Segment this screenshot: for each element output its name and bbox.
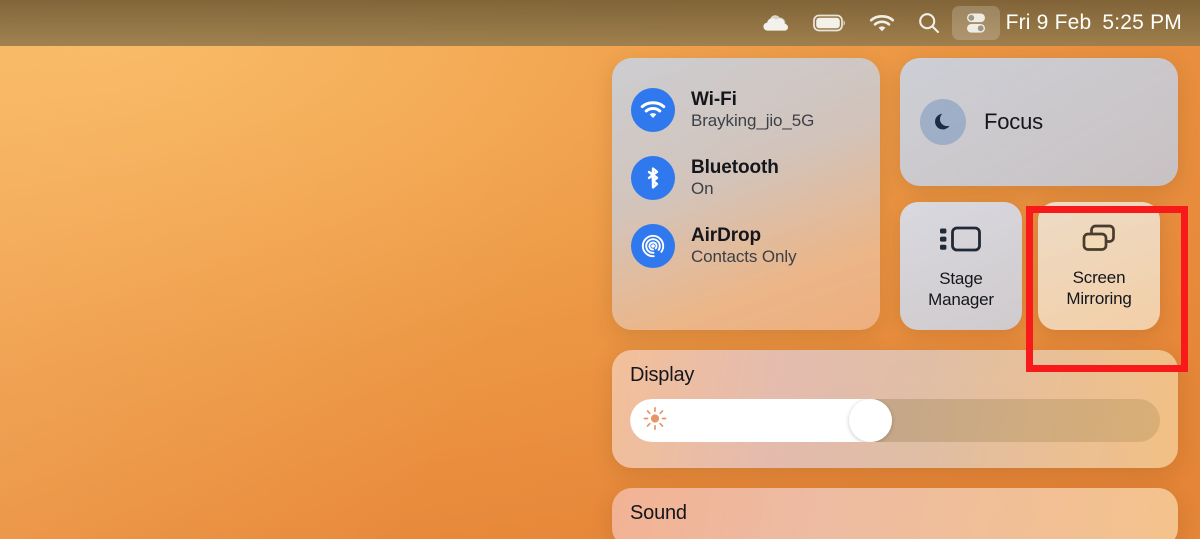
stage-manager-label: Stage Manager [928, 269, 994, 309]
sound-title: Sound [630, 502, 687, 524]
stage-manager-label-line2: Manager [928, 289, 994, 309]
brightness-sun-icon [642, 405, 668, 436]
menu-bar-time: 5:25 PM [1102, 11, 1182, 34]
screen-mirroring-tile[interactable]: Screen Mirroring [1038, 202, 1160, 330]
brightness-slider-knob[interactable] [849, 399, 893, 442]
bluetooth-icon[interactable] [631, 156, 675, 200]
wifi-title: Wi-Fi [691, 88, 737, 110]
wifi-control[interactable]: Wi-Fi Brayking_jio_5G [612, 76, 880, 144]
menu-bar-date: Fri 9 Feb [1005, 11, 1092, 34]
moon-icon [920, 99, 966, 145]
screen-mirroring-icon [1078, 223, 1120, 260]
menu-bar-clock[interactable]: Fri 9 Feb 5:25 PM [1000, 11, 1184, 35]
airdrop-control[interactable]: AirDrop Contacts Only [612, 212, 880, 280]
wifi-network-name: Brayking_jio_5G [691, 111, 815, 130]
airdrop-title: AirDrop [691, 224, 762, 246]
sound-card: Sound [612, 488, 1178, 539]
airdrop-icon[interactable] [631, 224, 675, 268]
stage-manager-label-line1: Stage [939, 269, 983, 289]
screen-mirroring-label: Screen Mirroring [1066, 268, 1131, 308]
wifi-text: Wi-Fi Brayking_jio_5G [691, 89, 814, 132]
display-title: Display [630, 364, 695, 386]
control-center-icon[interactable] [951, 6, 1000, 40]
connectivity-card: Wi-Fi Brayking_jio_5G Bluetooth On AirDr… [612, 58, 880, 330]
menu-bar-status-items: Fri 9 Feb 5:25 PM [750, 0, 1184, 46]
stage-manager-tile[interactable]: Stage Manager [900, 202, 1022, 330]
bluetooth-text: Bluetooth On [691, 157, 779, 200]
focus-control[interactable]: Focus [900, 58, 1178, 186]
airdrop-status: Contacts Only [691, 247, 797, 266]
screen: Fri 9 Feb 5:25 PM Wi-Fi Brayking_jio_5G … [0, 0, 1200, 539]
bluetooth-status: On [691, 179, 714, 198]
menu-bar: Fri 9 Feb 5:25 PM [0, 0, 1200, 46]
display-card: Display [612, 350, 1178, 468]
stage-manager-icon [938, 222, 984, 261]
brightness-slider[interactable] [630, 399, 1160, 442]
control-center-right-column: Focus Stage Manager Screen Mirroring [900, 58, 1178, 330]
control-center-top-row: Wi-Fi Brayking_jio_5G Bluetooth On AirDr… [612, 58, 1178, 330]
bluetooth-control[interactable]: Bluetooth On [612, 144, 880, 212]
search-icon[interactable] [906, 6, 952, 40]
control-center-tiles: Stage Manager Screen Mirroring [900, 202, 1178, 330]
screen-mirroring-label-line2: Mirroring [1066, 288, 1132, 308]
battery-icon[interactable] [802, 6, 858, 40]
screen-mirroring-label-line1: Screen [1072, 268, 1126, 288]
control-center-panel: Wi-Fi Brayking_jio_5G Bluetooth On AirDr… [612, 58, 1178, 539]
bluetooth-title: Bluetooth [691, 156, 779, 178]
onedrive-icon[interactable] [750, 6, 802, 40]
airdrop-text: AirDrop Contacts Only [691, 224, 797, 268]
wifi-icon[interactable] [631, 88, 675, 132]
focus-label: Focus [984, 109, 1043, 134]
wifi-icon[interactable] [858, 6, 906, 40]
